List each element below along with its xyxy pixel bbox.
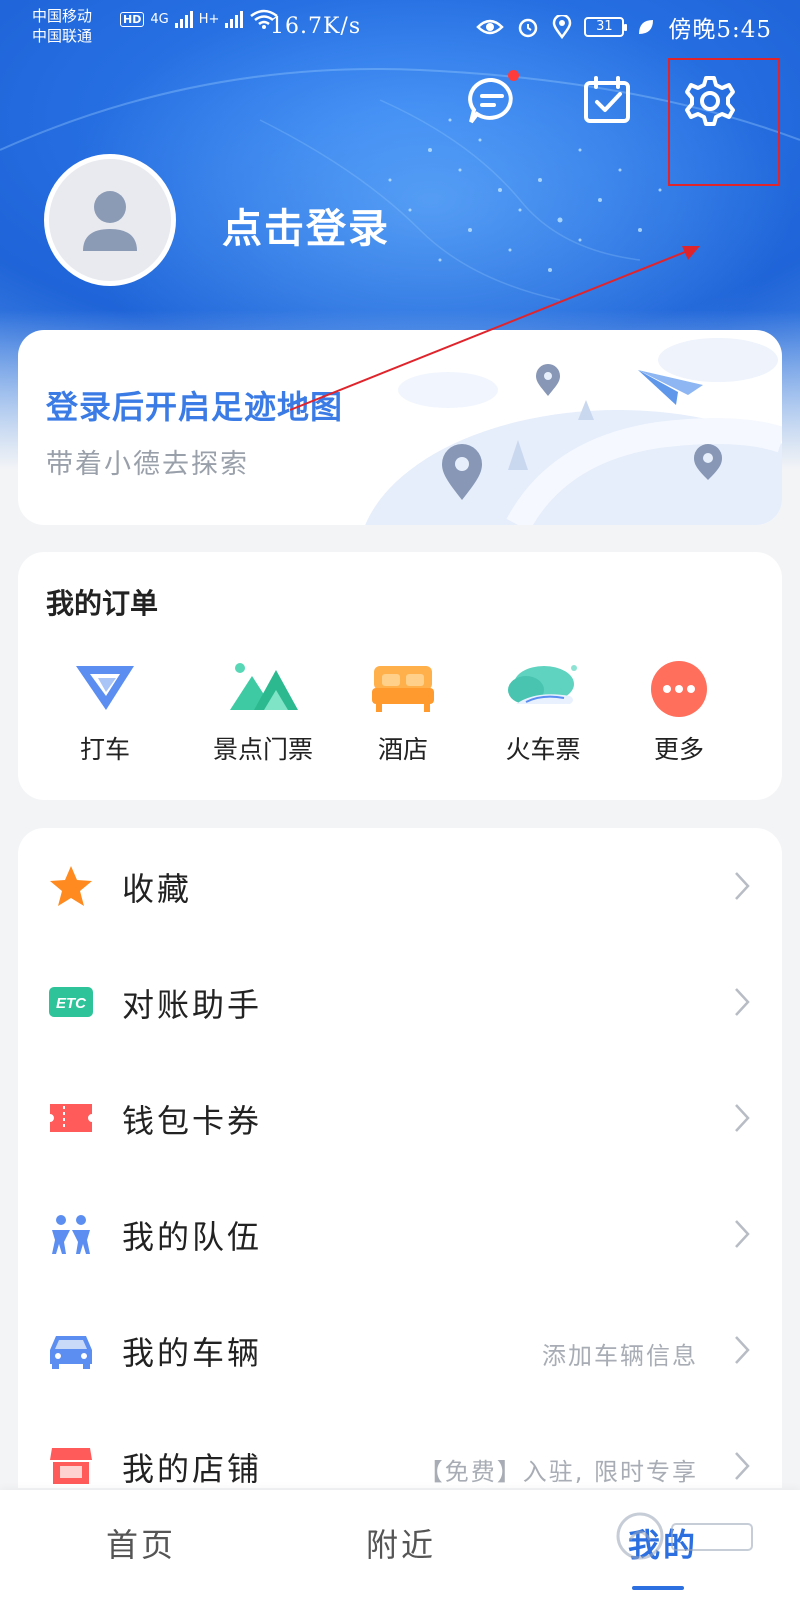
- orders-title: 我的订单: [46, 587, 159, 620]
- list-item-hint: 【免费】入驻, 限时专享: [418, 1458, 698, 1486]
- chevron-right-icon: [735, 1336, 750, 1364]
- nav-nearby[interactable]: 附近: [366, 1520, 436, 1566]
- taxi-icon: [76, 666, 134, 710]
- order-hotel[interactable]: 酒店: [338, 660, 468, 766]
- scenic-ticket-icon: [230, 663, 298, 710]
- chevron-right-icon: [735, 1452, 750, 1480]
- my-orders-card: 我的订单 打车 景点门票 酒店 火车票 更多: [18, 552, 782, 800]
- footprint-subtitle: 带着小德去探索: [46, 449, 249, 480]
- order-label: 景点门票: [212, 735, 313, 764]
- list-item-label: 我的车辆: [122, 1334, 263, 1372]
- clock: 傍晚5:45: [668, 17, 772, 43]
- more-dots-icon: [651, 661, 707, 717]
- avatar-icon: [83, 191, 137, 251]
- menu-list: 收藏 ETC 对账助手 钱包卡券 我的队伍 我的车辆 添加车辆信息 我的店铺 【…: [18, 828, 782, 1488]
- login-button[interactable]: 点击登录: [222, 196, 390, 254]
- network-speed: 16.7K/s: [270, 14, 362, 39]
- carrier-2: 中国联通: [32, 27, 93, 45]
- list-item-hint: 添加车辆信息: [542, 1342, 698, 1370]
- carrier-1: 中国移动: [32, 7, 93, 25]
- chevron-right-icon: [735, 872, 750, 900]
- order-scenic-ticket[interactable]: 景点门票: [198, 660, 328, 766]
- star-icon: [50, 866, 92, 906]
- net-type-2: H+: [198, 11, 220, 27]
- order-train-ticket[interactable]: 火车票: [478, 660, 608, 766]
- status-right: 31 傍晚5:45: [476, 10, 772, 44]
- signal-indicators: HD 4G H+: [120, 8, 279, 30]
- carrier-labels: 中国移动 中国联通: [32, 6, 92, 46]
- team-icon: [52, 1215, 90, 1254]
- list-item-label: 我的队伍: [122, 1218, 263, 1256]
- list-item-label: 收藏: [122, 870, 193, 908]
- unread-dot: [508, 70, 519, 81]
- order-label: 酒店: [377, 735, 428, 764]
- nav-home[interactable]: 首页: [106, 1520, 176, 1566]
- signal-icon: [174, 10, 193, 28]
- order-label: 打车: [79, 735, 130, 764]
- leaf-icon: [639, 20, 654, 34]
- list-item-wallet[interactable]: 钱包卡券: [18, 1060, 782, 1176]
- car-icon: [50, 1336, 92, 1369]
- battery-icon: 31: [584, 17, 628, 37]
- train-ticket-icon: [508, 665, 577, 704]
- hotel-bed-icon: [372, 666, 434, 712]
- list-item-label: 对账助手: [122, 986, 263, 1024]
- settings-highlight-box: [668, 58, 780, 186]
- task-check-icon[interactable]: [580, 74, 634, 128]
- order-taxi[interactable]: 打车: [40, 660, 170, 766]
- list-item-etc[interactable]: ETC 对账助手: [18, 944, 782, 1060]
- nav-active-indicator: [632, 1586, 684, 1590]
- status-bar: 中国移动 中国联通 HD 4G H+ 16.7K/s 31 傍晚5:45: [0, 0, 800, 54]
- svg-text:ETC: ETC: [56, 995, 87, 1012]
- location-icon: [553, 15, 572, 39]
- battery-level: 31: [596, 19, 613, 34]
- footprint-map-card[interactable]: 登录后开启足迹地图 带着小德去探索: [18, 330, 782, 525]
- etc-icon: ETC: [49, 987, 93, 1017]
- list-item-team[interactable]: 我的队伍: [18, 1176, 782, 1292]
- alarm-icon: [519, 18, 538, 38]
- net-type-1: 4G: [150, 11, 169, 27]
- eye-comfort-icon: [476, 19, 505, 35]
- order-label: 火车票: [505, 735, 581, 764]
- ticket-icon: [50, 1104, 92, 1132]
- chevron-right-icon: [735, 1104, 750, 1132]
- order-more[interactable]: 更多: [614, 660, 744, 766]
- footprint-illustration: [365, 338, 782, 525]
- list-item-favorites[interactable]: 收藏: [18, 828, 782, 944]
- chevron-right-icon: [735, 988, 750, 1016]
- avatar[interactable]: [44, 154, 176, 286]
- list-item-label: 我的店铺: [122, 1450, 263, 1488]
- watermark-logo: [616, 1512, 753, 1560]
- message-icon[interactable]: [465, 74, 519, 128]
- footprint-title: 登录后开启足迹地图: [46, 388, 344, 426]
- list-item-label: 钱包卡券: [122, 1102, 263, 1140]
- list-item-vehicle[interactable]: 我的车辆 添加车辆信息: [18, 1292, 782, 1408]
- signal-icon-2: [225, 10, 244, 28]
- chevron-right-icon: [735, 1220, 750, 1248]
- order-label: 更多: [653, 735, 704, 764]
- hd-badge: HD: [120, 11, 145, 27]
- shop-icon: [50, 1448, 92, 1484]
